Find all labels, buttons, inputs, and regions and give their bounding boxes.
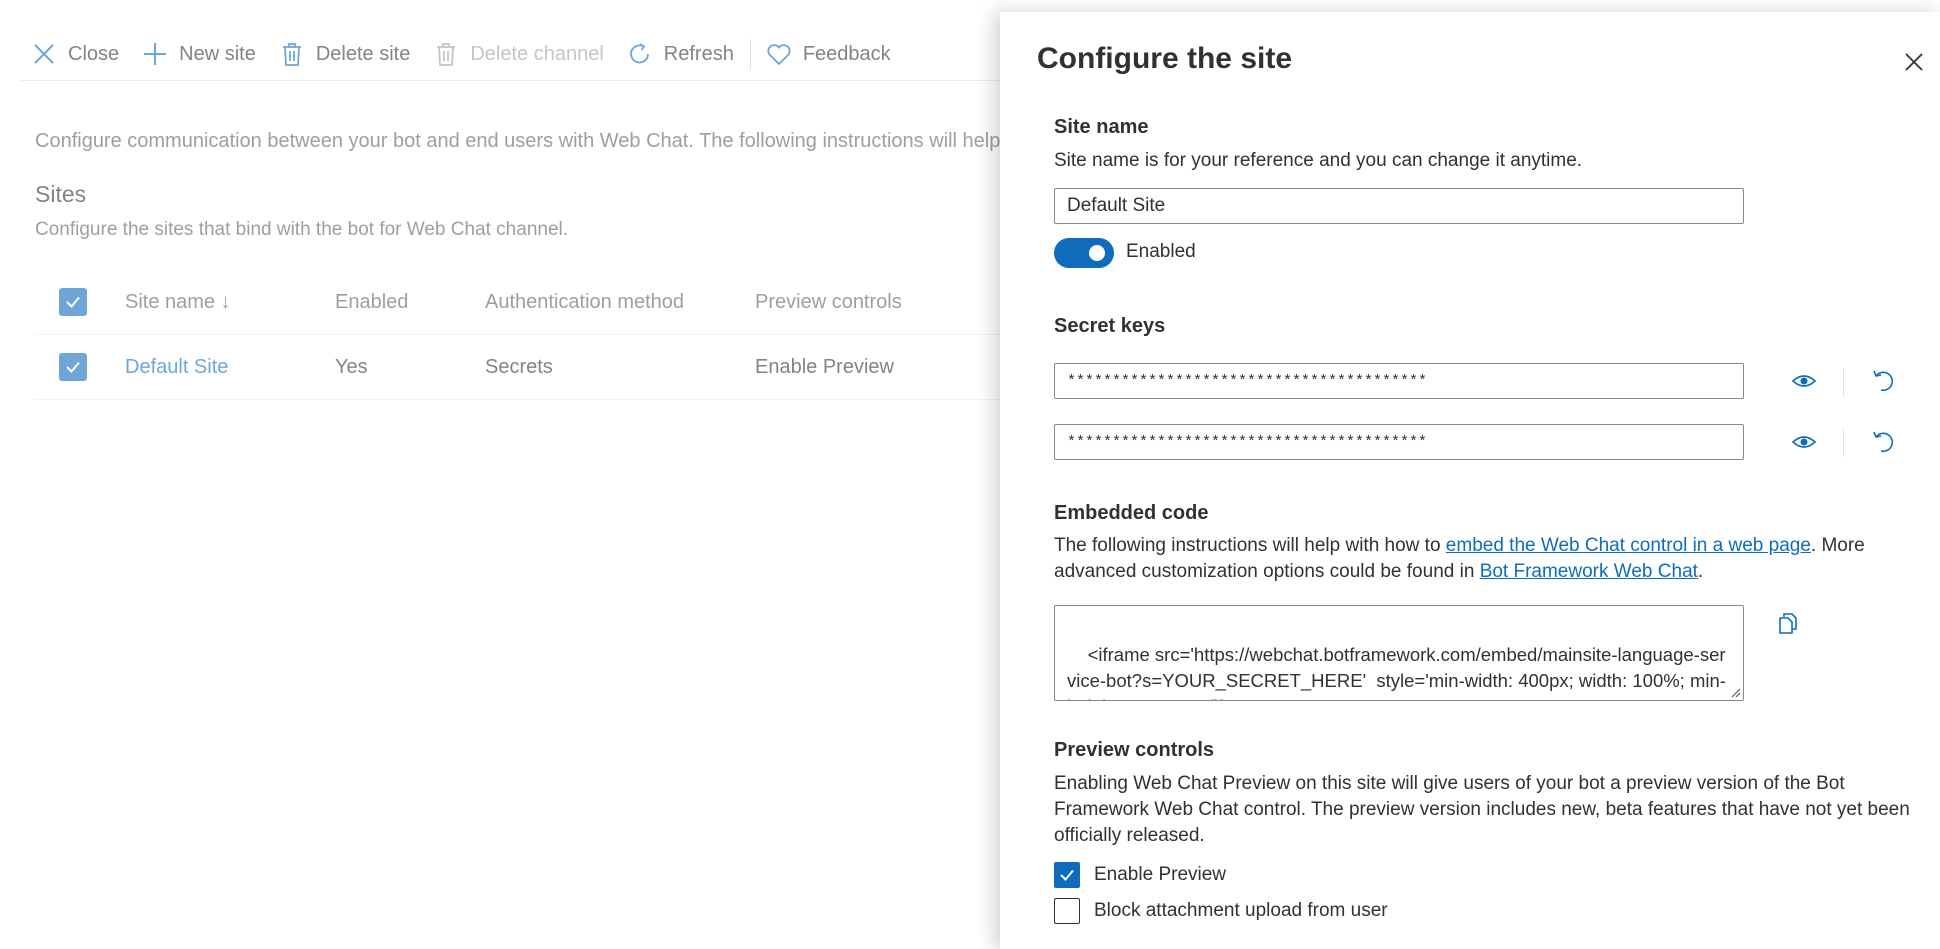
delete-site-button[interactable]: Delete site bbox=[268, 36, 423, 72]
embedded-code-description: The following instructions will help wit… bbox=[1054, 533, 1914, 585]
enabled-cell: Yes bbox=[335, 355, 368, 378]
toggle-knob bbox=[1089, 245, 1105, 261]
heart-icon bbox=[767, 44, 791, 66]
enable-preview-checkbox[interactable]: Enable Preview bbox=[1054, 862, 1226, 888]
resize-grip-icon[interactable] bbox=[1729, 686, 1741, 698]
panel-title: Configure the site bbox=[1037, 42, 1293, 75]
eye-icon bbox=[1791, 375, 1817, 387]
column-header-preview-controls[interactable]: Preview controls bbox=[755, 270, 902, 334]
toolbar-divider bbox=[749, 39, 751, 69]
table-header-row: Site name ↓ Enabled Authentication metho… bbox=[35, 270, 1035, 335]
delete-channel-label: Delete channel bbox=[470, 42, 604, 65]
column-header-auth-method[interactable]: Authentication method bbox=[485, 270, 684, 334]
embed-code-textarea[interactable]: <iframe src='https://webchat.botframewor… bbox=[1054, 605, 1744, 701]
close-icon bbox=[34, 44, 54, 64]
secret-key-2-field[interactable]: **************************************** bbox=[1054, 424, 1744, 460]
close-label: Close bbox=[68, 42, 120, 65]
embed-webchat-link[interactable]: embed the Web Chat control in a web page bbox=[1446, 535, 1811, 556]
block-attachment-label: Block attachment upload from user bbox=[1094, 900, 1388, 921]
auth-method-cell: Secrets bbox=[485, 355, 553, 378]
new-site-label: New site bbox=[179, 42, 256, 65]
checkmark-icon bbox=[66, 296, 80, 308]
configure-site-panel: Configure the site Site name Site name i… bbox=[1000, 12, 1940, 949]
regenerate-icon bbox=[1873, 370, 1894, 392]
regenerate-key-2-button[interactable] bbox=[1868, 427, 1898, 457]
row-checkbox[interactable] bbox=[59, 335, 87, 399]
column-header-enabled[interactable]: Enabled bbox=[335, 270, 408, 334]
enable-preview-box bbox=[1054, 862, 1080, 888]
preview-controls-description: Enabling Web Chat Preview on this site w… bbox=[1054, 773, 1910, 846]
key-2-icon-divider bbox=[1843, 429, 1844, 457]
column-header-site-name[interactable]: Site name ↓ bbox=[125, 270, 231, 334]
site-name-heading: Site name bbox=[1054, 116, 1149, 138]
feedback-button[interactable]: Feedback bbox=[755, 36, 903, 72]
preview-controls-cell: Enable Preview bbox=[755, 355, 894, 378]
embed-text-3: . bbox=[1697, 561, 1704, 582]
bot-framework-webchat-link[interactable]: Bot Framework Web Chat bbox=[1480, 561, 1698, 582]
embedded-code-heading: Embedded code bbox=[1054, 502, 1209, 524]
regenerate-key-1-button[interactable] bbox=[1868, 366, 1898, 396]
site-name-description: Site name is for your reference and you … bbox=[1054, 150, 1583, 171]
checkmark-icon bbox=[66, 361, 80, 373]
intro-text: Configure communication between your bot… bbox=[35, 130, 1021, 152]
table-row[interactable]: Default Site Yes Secrets Enable Preview bbox=[35, 335, 1035, 400]
key-1-icon-divider bbox=[1843, 368, 1844, 396]
sites-description: Configure the sites that bind with the b… bbox=[35, 219, 569, 240]
embed-code-value: <iframe src='https://webchat.botframewor… bbox=[1067, 644, 1726, 700]
block-attachment-checkbox[interactable]: Block attachment upload from user bbox=[1054, 898, 1388, 924]
site-enabled-toggle[interactable] bbox=[1054, 238, 1114, 268]
command-bar: Close New site Delete site Delete channe… bbox=[20, 28, 1020, 81]
delete-channel-button[interactable]: Delete channel bbox=[422, 36, 615, 72]
refresh-label: Refresh bbox=[663, 42, 734, 65]
refresh-icon bbox=[629, 43, 649, 64]
trash-icon bbox=[282, 43, 301, 66]
enable-preview-label: Enable Preview bbox=[1094, 864, 1227, 885]
checkmark-icon bbox=[1060, 869, 1074, 881]
site-name-input[interactable]: Default Site bbox=[1054, 188, 1744, 224]
new-site-button[interactable]: New site bbox=[131, 36, 268, 72]
refresh-button[interactable]: Refresh bbox=[616, 36, 746, 72]
preview-controls-heading: Preview controls bbox=[1054, 739, 1215, 761]
show-key-1-button[interactable] bbox=[1789, 366, 1819, 396]
close-button[interactable]: Close bbox=[20, 36, 131, 72]
site-name-link[interactable]: Default Site bbox=[125, 335, 228, 399]
show-key-2-button[interactable] bbox=[1789, 427, 1819, 457]
select-all-checkbox[interactable] bbox=[59, 270, 87, 334]
embed-text-1: The following instructions will help wit… bbox=[1054, 535, 1446, 556]
block-attachment-box bbox=[1054, 898, 1080, 924]
sites-table: Site name ↓ Enabled Authentication metho… bbox=[35, 270, 1035, 400]
sites-heading: Sites bbox=[35, 181, 87, 207]
delete-site-label: Delete site bbox=[315, 42, 411, 65]
feedback-label: Feedback bbox=[802, 42, 891, 65]
copy-code-button[interactable] bbox=[1773, 608, 1803, 638]
secret-key-1-field[interactable]: **************************************** bbox=[1054, 363, 1744, 399]
eye-icon bbox=[1791, 436, 1817, 448]
plus-icon bbox=[144, 43, 167, 65]
secret-keys-heading: Secret keys bbox=[1054, 315, 1166, 337]
webchat-channel-page: Close New site Delete site Delete channe… bbox=[0, 0, 1035, 949]
regenerate-icon bbox=[1873, 431, 1894, 453]
panel-close-button[interactable] bbox=[1899, 47, 1929, 77]
copy-icon bbox=[1779, 613, 1797, 634]
trash-icon bbox=[437, 43, 456, 66]
site-enabled-label: Enabled bbox=[1126, 241, 1196, 262]
close-icon bbox=[1905, 53, 1923, 71]
